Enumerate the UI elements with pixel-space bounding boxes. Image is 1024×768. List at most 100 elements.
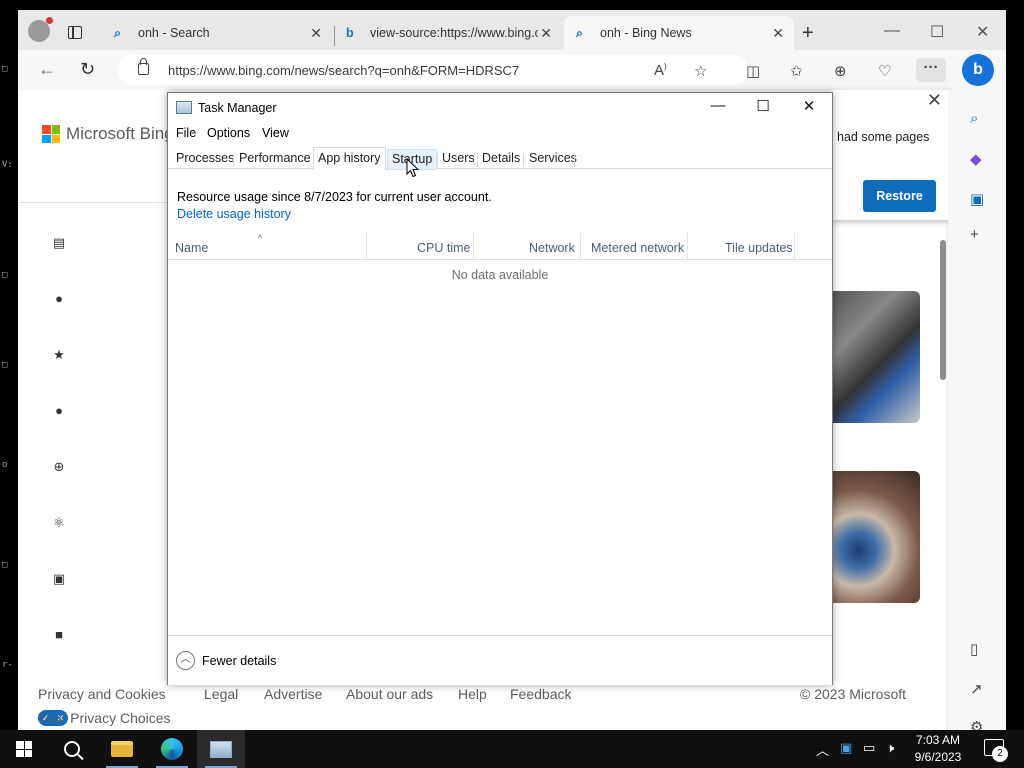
restore-button[interactable]: Restore <box>863 180 936 212</box>
footer-link[interactable]: Feedback <box>510 686 571 702</box>
sports-icon[interactable]: ● <box>52 292 66 306</box>
science-icon[interactable]: ⚛ <box>52 516 66 530</box>
refresh-icon[interactable]: ↻ <box>80 59 95 80</box>
column-cpu-time[interactable]: CPU time <box>417 233 470 260</box>
file-explorer-button[interactable] <box>98 730 146 768</box>
close-icon[interactable]: ✕ <box>927 90 942 111</box>
microsoft-logo-icon <box>42 125 60 143</box>
edge-taskbar-button[interactable] <box>148 730 196 768</box>
entertainment-icon[interactable]: ▣ <box>52 572 66 586</box>
column-separator[interactable] <box>473 233 474 260</box>
column-separator[interactable] <box>366 233 367 260</box>
bing-chat-icon[interactable]: b <box>962 54 994 86</box>
brand-name: Microsoft Bing <box>66 124 174 143</box>
tab-view-source[interactable]: b view-source:https://www.bing.c ✕ <box>334 16 562 50</box>
column-network[interactable]: Network <box>529 233 575 260</box>
search-icon[interactable]: ⌕ <box>970 110 978 127</box>
news-thumbnail-image[interactable] <box>832 291 920 423</box>
microsoft-bing-logo[interactable]: Microsoft Bing <box>42 124 174 144</box>
clock[interactable]: 7:03 AM 9/6/2023 <box>912 732 964 766</box>
task-manager-window: Task Manager — ☐ ✕ File Options View Pro… <box>167 92 833 685</box>
collections-icon[interactable]: ⊕ <box>834 62 847 80</box>
url-text: https://www.bing.com/news/search?q=onh&F… <box>168 63 520 78</box>
location-pin-icon[interactable]: ● <box>52 404 66 418</box>
search-button[interactable] <box>48 730 96 768</box>
column-metered-network[interactable]: Metered network <box>591 233 684 260</box>
clock-date: 9/6/2023 <box>914 750 962 764</box>
settings-gear-icon[interactable]: ⚙ <box>970 718 983 730</box>
more-options-icon[interactable]: ··· <box>916 58 946 82</box>
close-icon[interactable]: ✕ <box>310 25 322 42</box>
edge-icon <box>161 738 183 760</box>
favorite-star-icon[interactable]: ☆ <box>694 62 707 80</box>
star-icon[interactable]: ★ <box>52 348 66 362</box>
tab-onh-search[interactable]: ⌕ onh - Search ✕ <box>102 16 332 50</box>
column-separator[interactable] <box>794 233 795 260</box>
edge-sidebar: ⌕ ◆ ▣ + ▯ ↗ ⚙ <box>948 90 1006 730</box>
footer-link[interactable]: Help <box>458 686 487 702</box>
tab-app-history[interactable]: App history <box>313 147 386 170</box>
tab-processes[interactable]: Processes <box>172 149 238 170</box>
column-name[interactable]: Name <box>175 233 208 260</box>
profile-avatar[interactable] <box>28 17 53 42</box>
network-icon[interactable]: ▭ <box>863 740 875 756</box>
maximize-icon[interactable]: ☐ <box>740 97 786 115</box>
chevron-up-icon[interactable]: ︿ <box>176 651 195 670</box>
open-external-icon[interactable]: ↗ <box>970 680 983 698</box>
favorites-icon[interactable]: ✩ <box>790 62 803 80</box>
menu-options[interactable]: Options <box>207 126 250 140</box>
column-tile-updates[interactable]: Tile updates <box>725 233 793 260</box>
tab-bing-news[interactable]: ⌕ onh - Bing News ✕ <box>564 16 794 50</box>
tab-label: onh - Search <box>138 26 210 40</box>
menu-file[interactable]: File <box>176 126 196 140</box>
footer-link[interactable]: Legal <box>204 686 238 702</box>
movie-clapper-icon[interactable]: ■ <box>52 628 66 642</box>
scrollbar-thumb[interactable] <box>940 240 946 380</box>
tab-label: view-source:https://www.bing.c <box>370 26 538 40</box>
read-aloud-icon[interactable]: A) <box>654 62 667 79</box>
close-icon[interactable]: ✕ <box>772 25 784 42</box>
browser-essentials-icon[interactable]: ♡ <box>878 62 891 80</box>
fewer-details-button[interactable]: Fewer details <box>202 654 276 668</box>
windows-logo-icon <box>16 741 32 757</box>
menu-view[interactable]: View <box>262 126 289 140</box>
show-hidden-icons-chevron-icon[interactable]: ︿ <box>816 740 829 759</box>
network-monitor-icon[interactable]: ▣ <box>840 740 852 756</box>
tab-actions-icon[interactable] <box>68 26 82 39</box>
delete-usage-history-link[interactable]: Delete usage history <box>177 207 291 221</box>
minimize-icon[interactable]: — <box>695 97 741 114</box>
sidebar-toggle-icon[interactable]: ▯ <box>970 640 978 658</box>
volume-muted-icon[interactable]: 🕨 <box>886 740 894 756</box>
add-icon[interactable]: + <box>970 226 979 243</box>
search-icon <box>64 741 80 757</box>
maximize-icon[interactable]: ☐ <box>930 22 944 42</box>
copilot-icon[interactable]: ◆ <box>970 150 982 168</box>
back-icon[interactable]: ← <box>38 59 56 80</box>
news-thumbnail-image[interactable] <box>832 471 920 603</box>
new-tab-icon[interactable]: + <box>802 23 814 43</box>
outlook-icon[interactable]: ▣ <box>970 190 984 208</box>
footer-link[interactable]: Advertise <box>264 686 322 702</box>
close-window-icon[interactable]: ✕ <box>976 22 989 42</box>
bing-icon: b <box>346 26 354 40</box>
news-icon[interactable]: ▤ <box>52 236 66 250</box>
minimize-icon[interactable]: — <box>884 22 900 40</box>
tab-performance[interactable]: Performance <box>235 149 315 170</box>
column-separator[interactable] <box>580 233 581 260</box>
close-icon[interactable]: ✕ <box>540 25 552 42</box>
close-icon[interactable]: ✕ <box>786 97 832 115</box>
column-separator[interactable] <box>687 233 688 260</box>
title-bar[interactable]: Task Manager — ☐ ✕ <box>168 93 832 123</box>
desktop-left-edge: □ V: □ □ o □ r- <box>0 0 18 730</box>
globe-icon[interactable]: ⊕ <box>52 460 66 474</box>
task-manager-taskbar-button[interactable] <box>197 730 245 768</box>
tab-details[interactable]: Details <box>478 149 524 170</box>
start-button[interactable] <box>0 730 48 768</box>
footer-link[interactable]: About our ads <box>346 686 433 702</box>
footer-link[interactable]: Privacy and Cookies <box>38 686 166 702</box>
tab-users[interactable]: Users <box>438 149 479 170</box>
split-screen-icon[interactable]: ◫ <box>746 62 760 80</box>
tab-services[interactable]: Services <box>525 149 581 170</box>
page-footer: Privacy and Cookies Legal Advertise Abou… <box>38 686 918 726</box>
clock-time: 7:03 AM <box>915 733 961 747</box>
